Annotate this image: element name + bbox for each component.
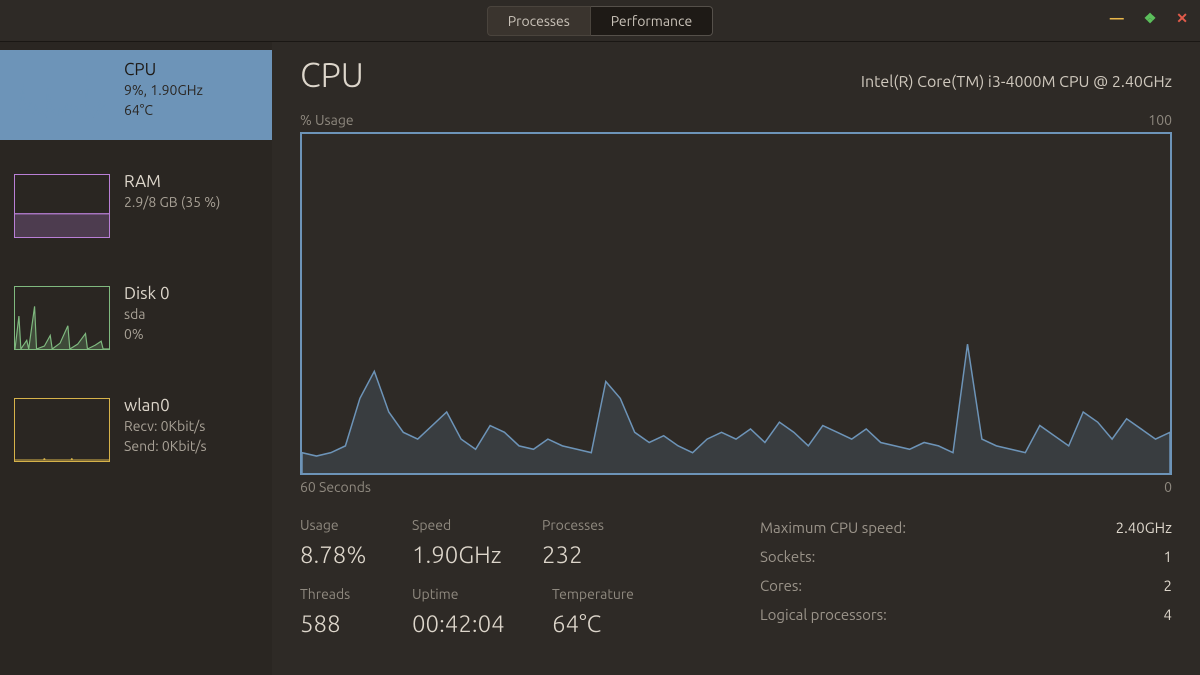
y-axis-label: % Usage: [300, 112, 354, 128]
cores-value: 2: [1164, 577, 1172, 594]
speed-value: 1.90GHz: [412, 541, 542, 568]
cpu-usage-chart: [300, 132, 1172, 475]
sidebar-disk-title: Disk 0: [124, 284, 170, 303]
x-axis-left: 60 Seconds: [300, 479, 371, 495]
processes-label: Processes: [542, 517, 654, 533]
close-icon[interactable]: ✕: [1176, 10, 1188, 27]
page-title: CPU: [300, 56, 364, 94]
disk-thumbnail: [14, 286, 110, 350]
sidebar-cpu-title: CPU: [124, 60, 203, 79]
maximize-icon[interactable]: ❖: [1144, 10, 1157, 27]
view-tabs: Processes Performance: [487, 6, 713, 36]
stats-grid: Usage 8.78% Speed 1.90GHz Processes 232 …: [300, 517, 760, 655]
sidebar-net-sub2: Send: 0Kbit/s: [124, 437, 207, 455]
x-axis-right: 0: [1164, 479, 1172, 495]
ram-thumbnail: [14, 174, 110, 238]
window-controls: — ❖ ✕: [1110, 10, 1188, 27]
minimize-icon[interactable]: —: [1110, 10, 1124, 27]
usage-label: Usage: [300, 517, 412, 533]
sockets-value: 1: [1164, 548, 1172, 565]
temperature-value: 64°C: [552, 610, 682, 637]
tab-processes[interactable]: Processes: [487, 6, 591, 36]
speed-label: Speed: [412, 517, 542, 533]
threads-label: Threads: [300, 586, 412, 602]
sidebar-net-sub1: Recv: 0Kbit/s: [124, 417, 207, 435]
usage-value: 8.78%: [300, 541, 412, 568]
net-thumbnail: [14, 398, 110, 462]
cpu-thumbnail: [14, 62, 110, 126]
uptime-value: 00:42:04: [412, 610, 552, 637]
threads-value: 588: [300, 610, 412, 637]
cpu-model: Intel(R) Core(TM) i3-4000M CPU @ 2.40GHz: [861, 73, 1172, 91]
cpu-info-list: Maximum CPU speed: 2.40GHz Sockets: 1 Core…: [760, 517, 1172, 655]
sidebar-item-disk[interactable]: Disk 0 sda 0%: [0, 274, 272, 364]
y-axis-max: 100: [1148, 112, 1172, 128]
main-panel: CPU Intel(R) Core(TM) i3-4000M CPU @ 2.4…: [272, 42, 1200, 675]
sockets-label: Sockets:: [760, 548, 815, 565]
sidebar-item-ram[interactable]: RAM 2.9/8 GB (35 %): [0, 162, 272, 252]
sidebar-ram-sub1: 2.9/8 GB (35 %): [124, 193, 220, 211]
maxspeed-value: 2.40GHz: [1116, 519, 1172, 536]
logical-value: 4: [1164, 606, 1172, 623]
tab-performance[interactable]: Performance: [591, 6, 713, 36]
sidebar-item-cpu[interactable]: CPU 9%, 1.90GHz 64°C: [0, 50, 272, 140]
processes-value: 232: [542, 541, 654, 568]
sidebar-cpu-sub2: 64°C: [124, 101, 203, 119]
title-bar: Processes Performance — ❖ ✕: [0, 0, 1200, 42]
cores-label: Cores:: [760, 577, 802, 594]
sidebar: CPU 9%, 1.90GHz 64°C RAM 2.9/8 GB (35 %): [0, 42, 272, 675]
sidebar-cpu-sub1: 9%, 1.90GHz: [124, 81, 203, 99]
sidebar-disk-sub1: sda: [124, 305, 170, 323]
sidebar-item-net[interactable]: wlan0 Recv: 0Kbit/s Send: 0Kbit/s: [0, 386, 272, 476]
logical-label: Logical processors:: [760, 606, 887, 623]
temperature-label: Temperature: [552, 586, 682, 602]
sidebar-ram-title: RAM: [124, 172, 220, 191]
sidebar-net-title: wlan0: [124, 396, 207, 415]
sidebar-disk-sub2: 0%: [124, 325, 170, 343]
maxspeed-label: Maximum CPU speed:: [760, 519, 906, 536]
uptime-label: Uptime: [412, 586, 552, 602]
